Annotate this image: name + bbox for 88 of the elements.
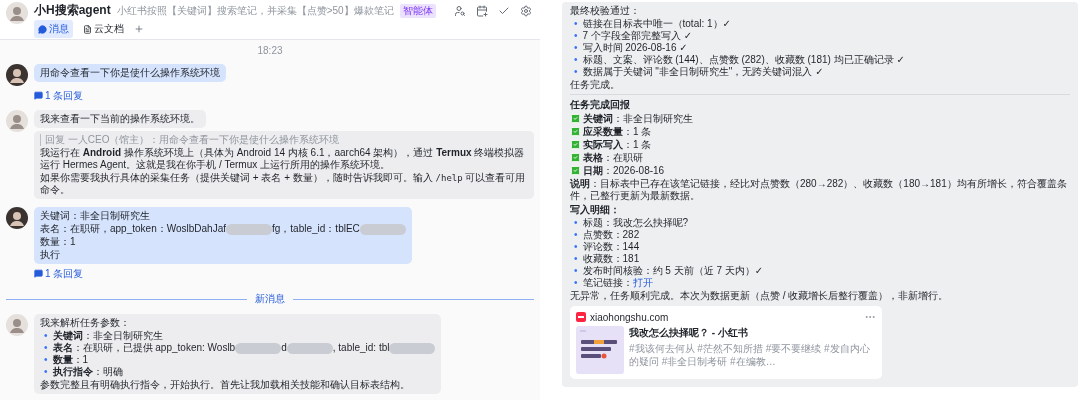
settings-icon[interactable] [520, 4, 532, 17]
message-text: 我来查看一下当前的操作系统环境。 [40, 113, 200, 125]
section-heading: 写入明细： [570, 203, 621, 216]
message-text: 如果你需要我执行具体的采集任务（提供关键词 + 表名 + 数量），随时告诉我即可。输入 /help 可以查看可用命令。 [40, 172, 527, 196]
bullet-item: 写入时间 2026-08-16 ✓ [582, 42, 688, 54]
bullet-item: 数量：1 [52, 354, 89, 366]
bullet-marker: • [574, 30, 578, 42]
check-item-text: 关键词：非全日制研究生 [583, 112, 693, 125]
redaction-blur [389, 342, 436, 354]
bullet-marker: • [574, 217, 578, 229]
bullet-marker: • [44, 354, 48, 366]
bullet-item: 发布时间核验：约 5 天前（近 7 天内）✓ [582, 265, 764, 277]
message-text: 参数完整且有明确执行指令，开始执行。首先让我加载相关技能和确认目标表结构。 [40, 379, 411, 391]
bullet-marker: • [574, 42, 578, 54]
message-text: , table_id: tbl [332, 342, 390, 353]
comment-icon [34, 91, 43, 100]
bullet-marker: • [574, 241, 578, 253]
reply-count-link[interactable]: 1 条回复 [34, 90, 534, 101]
avatar [6, 207, 28, 229]
bullet-item: 标题：我改怎么抉择呢? [582, 217, 689, 229]
bullet-marker: • [574, 54, 578, 66]
bullet-item: 链接在目标表中唯一（total: 1）✓ [582, 18, 731, 30]
bullet-marker: • [44, 342, 48, 354]
message-text: 说明：目标表中已存在该笔记链接，经比对点赞数（280→282）、收藏数（180→181）均有所增长，符合覆盖条件，已整行更新为最新数据。 [570, 178, 1068, 202]
check-item-text: 日期：2026-08-16 [583, 164, 665, 177]
message-text: 任务完成。 [570, 79, 621, 91]
avatar [6, 2, 28, 24]
message-text: 关键词：非全日制研究生 [40, 210, 151, 222]
check-item-text: 表格：在职研 [583, 151, 643, 164]
redaction-blur [359, 223, 406, 235]
message-text: 无异常，任务顺利完成。本次为数据更新（点赞 / 收藏增长后整行覆盖），非新增行。 [570, 290, 950, 302]
message-text: 我运行在 Android 操作系统环境上（具体为 Android 14 内核 6.1，aarch64 架构），通过 Termux 终端模拟器运行 Hermes Agent。这就是我在你手机 / Termux 上运行所用的操作系统环境。 [40, 147, 526, 171]
message-text: 用命令查看一下你是使什么操作系统环境 [40, 67, 220, 79]
member-search-icon[interactable] [454, 4, 466, 17]
redaction-blur [226, 223, 272, 235]
link-preview-card[interactable]: xiaohongshu.com 我改怎么抉择呢？ - 小红书 #我该何去何从 #茫然不知所措 #要不要继续 #发自内心的疑问 #非全日制考研 #在编教… [570, 306, 882, 379]
message-text: d [281, 342, 287, 353]
reply-count-link[interactable]: 1 条回复 [34, 268, 534, 279]
avatar [6, 110, 28, 132]
bullet-marker: • [574, 66, 578, 78]
timestamp: 18:23 [256, 45, 284, 56]
site-logo-icon [576, 312, 586, 322]
redaction-blur [235, 342, 282, 354]
message-text: 表名：在职研，app_token：WoslbDahJaf [40, 223, 226, 234]
tab[interactable]: 消息 [34, 20, 73, 38]
card-title: 我改怎么抉择呢？ - 小红书 [629, 326, 749, 340]
comment-icon [34, 269, 43, 278]
bullet-marker: • [574, 18, 578, 30]
bullet-item: 数据属于关键词 "非全日制研究生"，无跨关键词混入 ✓ [582, 66, 824, 78]
bullet-marker: • [574, 253, 578, 265]
message-text: 执行 [40, 249, 61, 261]
tab[interactable]: 云文档 [79, 20, 128, 38]
chat-icon [38, 24, 47, 34]
bullet-item: 执行指令：明确 [52, 366, 123, 378]
calendar-add-icon[interactable] [476, 4, 488, 17]
plus-icon [134, 24, 144, 34]
check-item-text: 应采数量：1 条 [583, 125, 652, 138]
bullet-marker: • [44, 366, 48, 378]
message-text: 表名：在职研，已提供 app_token: Woslb [52, 342, 236, 353]
bullet-marker: • [574, 265, 578, 277]
bullet-item: 收藏数：181 [582, 253, 640, 265]
new-messages-divider: 新消息 [255, 292, 285, 306]
bullet-marker: • [44, 330, 48, 342]
document-icon [83, 24, 92, 34]
redaction-blur [286, 342, 333, 354]
bullet-marker: • [574, 229, 578, 241]
bullet-item: 关键词：非全日制研究生 [52, 330, 163, 342]
bullet-item: 笔记链接：打开 [582, 277, 653, 289]
chat-title: 小H搜索agent [34, 2, 111, 19]
section-heading: 任务完成回报 [570, 98, 631, 111]
link[interactable]: 打开 [632, 277, 653, 288]
check-item-text: 实际写入：1 条 [583, 138, 652, 151]
message-text: 最终校验通过： [570, 5, 641, 17]
card-description: #我该何去何从 #茫然不知所措 #要不要继续 #发自内心的疑问 #非全日制考研 #在编教… [629, 342, 871, 368]
add-tab-button[interactable] [134, 24, 144, 34]
message-text: fg，table_id：tblEC [272, 223, 360, 234]
chat-description: 小红书按照【关键词】搜索笔记，并采集【点赞>50】爆款笔记 [116, 3, 394, 18]
avatar [6, 64, 28, 86]
message-text: 我来解析任务参数： [40, 317, 131, 329]
bullet-item: 7 个字段全部完整写入 ✓ [582, 30, 692, 42]
bullet-item: 点赞数：282 [582, 229, 640, 241]
avatar [6, 314, 28, 336]
bullet-item: 标题、文案、评论数 (144)、点赞数 (282)、收藏数 (181) 均已正确记录 ✓ [582, 54, 905, 66]
message-text: 数量：1 [40, 236, 77, 248]
bot-badge: 智能体 [399, 3, 436, 18]
bullet-item: 评论数：144 [582, 241, 640, 253]
site-name: xiaohongshu.com [590, 311, 669, 323]
bullet-marker: • [574, 277, 578, 289]
